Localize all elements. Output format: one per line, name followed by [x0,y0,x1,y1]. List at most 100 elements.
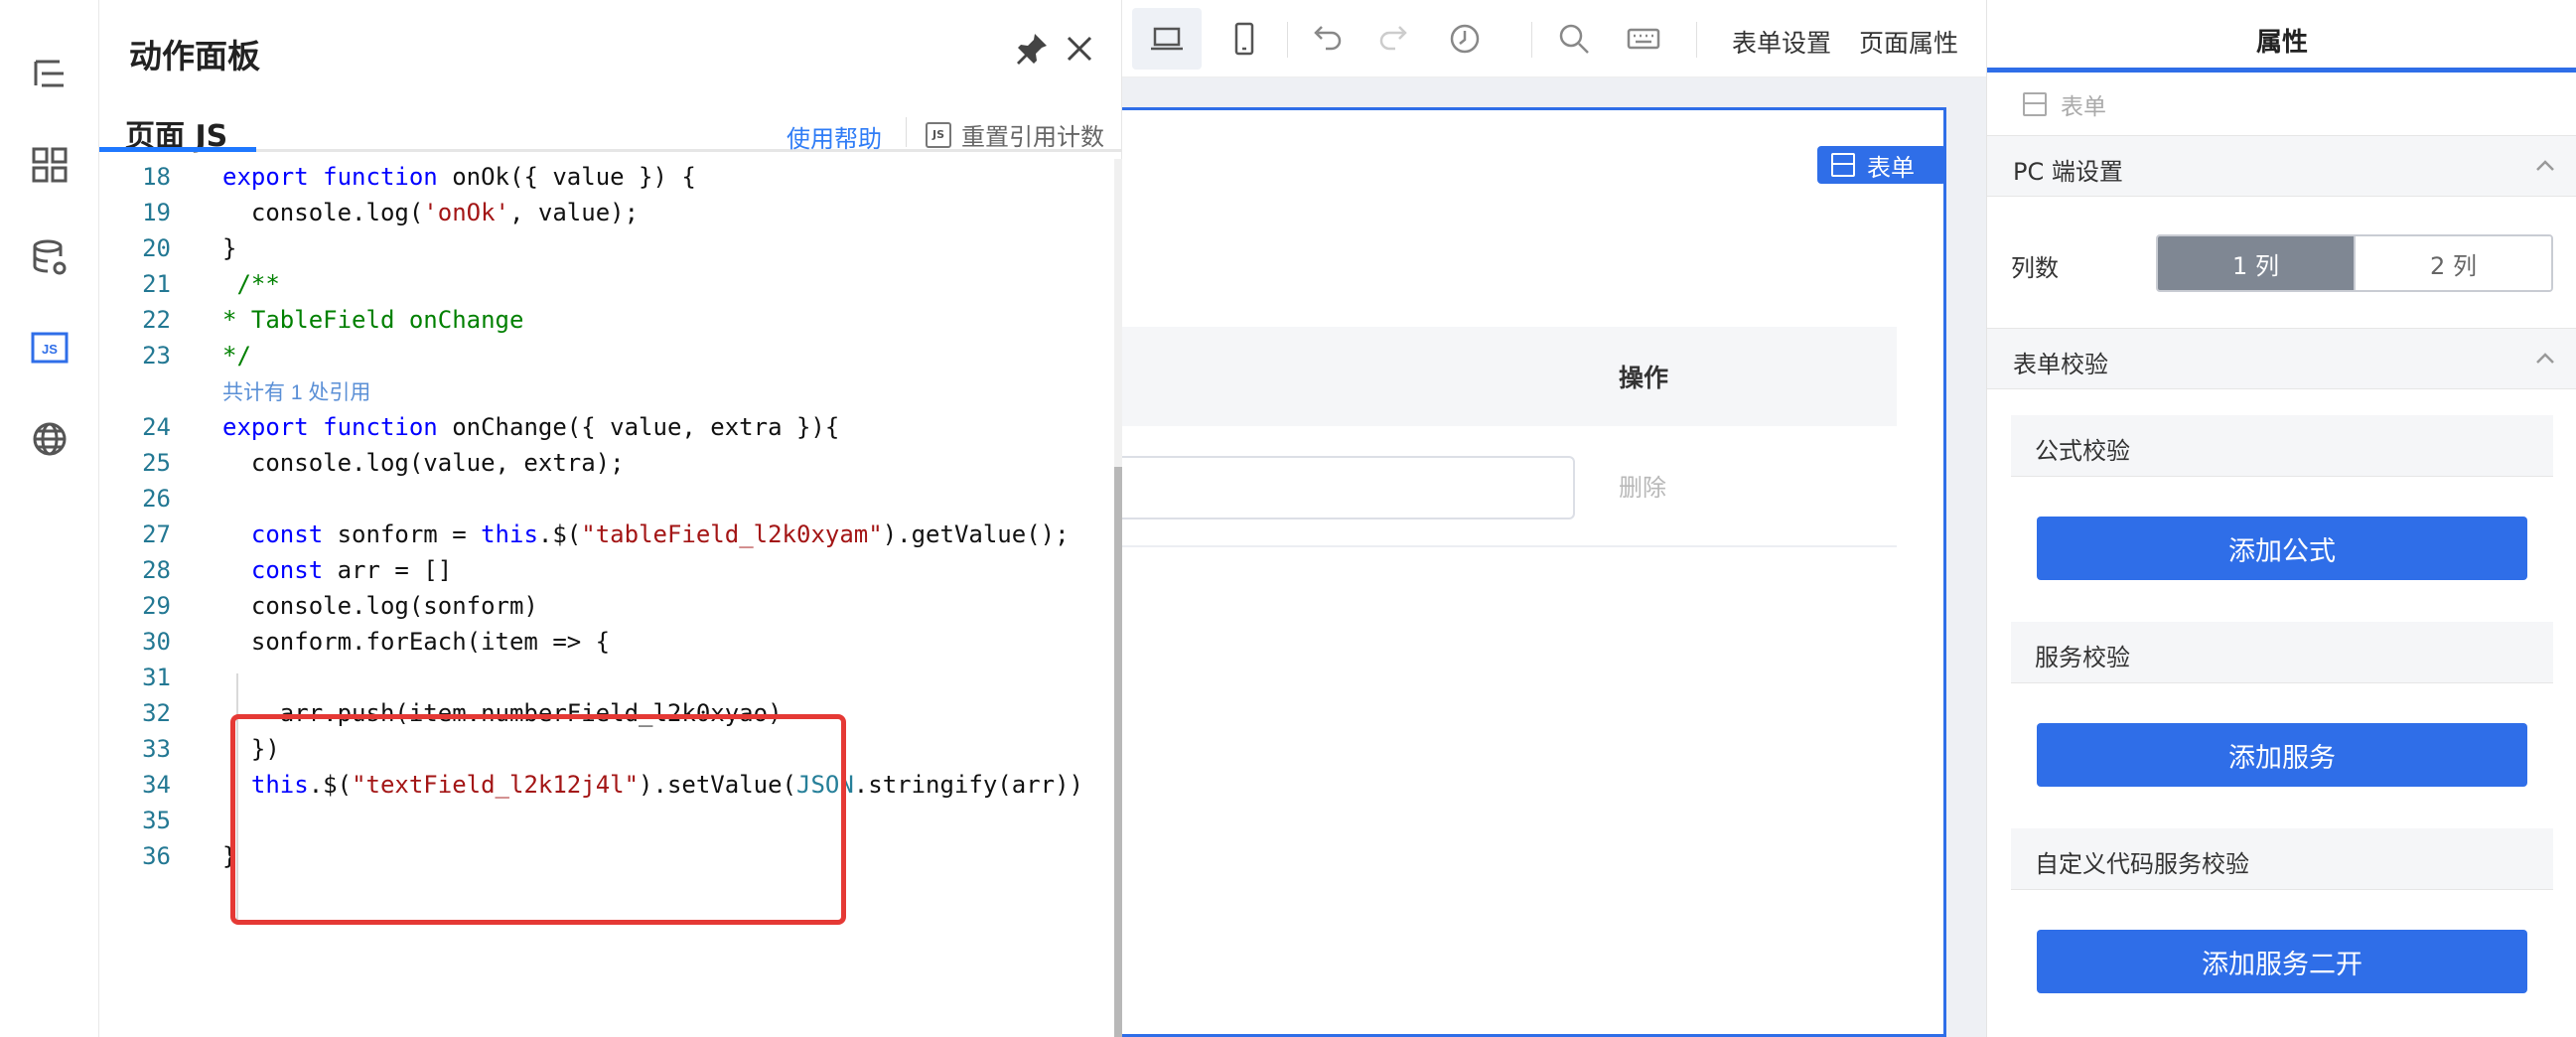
add-formula-button[interactable]: 添加公式 [2037,517,2527,580]
form-badge-label: 表单 [1867,153,1915,182]
panel-title: 动作面板 [129,37,260,75]
line-number: 36 [142,842,171,870]
form-icon [2023,92,2047,116]
left-icon-rail: JS [0,0,99,1037]
form-container[interactable]: 表单 操作 删除 [1122,107,1946,1037]
code-line[interactable]: 18 export function onOk({ value }) { [99,159,1122,195]
subsection-custom-validation: 自定义代码服务校验 [2011,828,2553,890]
line-number: 28 [142,556,171,584]
code-line[interactable]: 23 */ [99,338,1122,373]
section-pc-settings[interactable]: PC 端设置 [1987,135,2576,197]
code-text: const sonform = this.$("tableField_l2k0x… [250,520,1070,548]
line-number: 21 [142,270,171,298]
redo-icon[interactable] [1370,14,1420,64]
code-text: sonform.forEach(item => { [222,628,611,656]
table-header: 操作 [1122,327,1897,426]
editor-scrollbar-thumb[interactable] [1114,467,1122,1037]
columns-segmented-control[interactable]: 1 列 2 列 [2156,234,2553,292]
subsection-label: 公式校验 [2035,437,2130,465]
line-number: 30 [142,628,171,656]
designer-toolbar: 表单设置 页面属性 [1122,0,2107,77]
code-line[interactable]: 27 const sonform = this.$("tableField_l2… [99,517,1122,552]
line-number: 23 [142,342,171,370]
code-text: */ [222,342,251,370]
reset-ref-count-label: 重置引用计数 [961,123,1104,151]
code-text: } [222,234,237,262]
help-link[interactable]: 使用帮助 [787,119,882,154]
code-line[interactable]: 29 console.log(sonform) [99,588,1122,624]
line-number: 19 [142,199,171,226]
toolbar-separator [1531,22,1532,58]
components-icon[interactable] [26,141,73,189]
datasource-icon[interactable] [26,234,73,282]
code-line[interactable]: 19 console.log('onOk', value); [99,195,1122,230]
outline-icon[interactable] [26,50,73,97]
tab-active-indicator [99,147,256,152]
section-label: PC 端设置 [2013,158,2123,186]
section-form-validation[interactable]: 表单校验 [1987,328,2576,389]
search-icon[interactable] [1549,14,1599,64]
toolbar-separator [906,117,907,147]
page-props-button[interactable]: 页面属性 [1859,24,1958,60]
keyboard-icon[interactable] [1619,14,1668,64]
line-number: 26 [142,485,171,513]
desktop-view-icon[interactable] [1132,8,1202,70]
line-number: 34 [142,771,171,799]
table-cell-input[interactable] [1122,456,1575,519]
line-number: 33 [142,735,171,763]
reference-count-hint[interactable]: 共计有 1 处引用 [99,373,1122,409]
columns-option-2[interactable]: 2 列 [2354,236,2551,290]
line-number: 18 [142,163,171,191]
properties-panel: 属性 表单 PC 端设置 列数 1 列 2 列 表单校验 公式校验 添加公式 服… [1986,0,2576,1037]
breadcrumb-label: 表单 [2061,94,2106,120]
code-editor[interactable]: 18 export function onOk({ value }) {19 co… [99,159,1122,1037]
chevron-up-icon[interactable] [2531,345,2559,372]
delete-row-button[interactable]: 删除 [1619,468,1666,503]
code-text: /** [222,270,280,298]
columns-option-1[interactable]: 1 列 [2158,236,2354,290]
line-number: 24 [142,413,171,441]
code-line[interactable]: 24 export function onChange({ value, extr… [99,409,1122,445]
code-line[interactable]: 26 [99,481,1122,517]
close-icon[interactable] [1061,30,1098,68]
reference-count-text: 共计有 1 处引用 [222,381,371,404]
code-text: const arr = [] [250,556,453,584]
reset-ref-count-button[interactable]: JS 重置引用计数 [926,117,1104,152]
line-number: 22 [142,306,171,334]
add-service-button[interactable]: 添加服务 [2037,723,2527,787]
js-file-icon: JS [926,121,951,148]
js-icon[interactable]: JS [26,324,73,371]
line-number: 25 [142,449,171,477]
undo-icon[interactable] [1301,14,1351,64]
section-label: 表单校验 [2013,351,2108,378]
code-line[interactable]: 21 /** [99,266,1122,302]
subsection-label: 自定义代码服务校验 [2035,850,2249,878]
code-text: console.log('onOk', value); [222,199,640,226]
line-number: 32 [142,699,171,727]
breadcrumb[interactable]: 表单 [2023,87,2106,121]
form-icon [1831,153,1855,177]
line-number: 35 [142,807,171,834]
columns-label: 列数 [2011,254,2059,282]
code-line[interactable]: 22 * TableField onChange [99,302,1122,338]
form-settings-button[interactable]: 表单设置 [1732,24,1831,60]
code-text: * TableField onChange [222,306,524,334]
line-number: 20 [142,234,171,262]
code-line[interactable]: 25 console.log(value, extra); [99,445,1122,481]
form-badge[interactable]: 表单 [1817,146,1946,184]
table-row-divider [1122,545,1897,547]
code-line[interactable]: 30 sonform.forEach(item => { [99,624,1122,660]
line-number: 29 [142,592,171,620]
code-line[interactable]: 31 [99,660,1122,695]
add-service-dev-button[interactable]: 添加服务二开 [2037,930,2527,993]
history-icon[interactable] [1440,14,1490,64]
globe-icon[interactable] [26,415,73,463]
mobile-view-icon[interactable] [1219,14,1269,64]
code-line[interactable]: 28 const arr = [] [99,552,1122,588]
pin-icon[interactable] [1013,30,1051,68]
subsection-label: 服务校验 [2035,644,2130,671]
chevron-up-icon[interactable] [2531,152,2559,180]
line-number: 31 [142,664,171,691]
code-line[interactable]: 20} [99,230,1122,266]
code-text: export function onChange({ value, extra … [222,413,840,441]
